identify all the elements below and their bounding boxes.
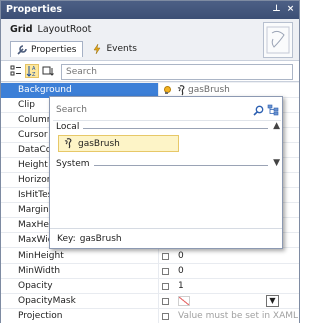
property-row-minheight[interactable]: MinHeight 0 — [1, 249, 299, 264]
resource-key-footer: Key: gasBrush — [50, 228, 282, 248]
property-row-projection[interactable]: Projection Value must be set in XAML — [1, 309, 299, 323]
section-local-label: Local — [56, 122, 84, 132]
collapse-chevron-icon[interactable]: ▲ — [273, 121, 280, 131]
property-name: Projection — [1, 309, 159, 323]
tab-properties[interactable]: Properties — [10, 41, 84, 57]
object-type: Grid — [10, 24, 33, 35]
object-header: Grid LayoutRoot Properties Events — [1, 19, 299, 60]
lightning-icon — [92, 43, 102, 55]
expand-chevron-icon[interactable]: ▼ — [273, 158, 280, 168]
property-search-input[interactable] — [61, 64, 293, 80]
categorize-button[interactable] — [9, 64, 23, 78]
resource-picker-popup: Search Local ▲ gasBrush System ▼ Key: ga… — [49, 96, 283, 249]
tab-events[interactable]: Events — [85, 41, 143, 57]
search-icon[interactable] — [253, 105, 264, 116]
property-name: OpacityMask — [1, 294, 159, 309]
property-name: Opacity — [1, 279, 159, 294]
key-label: Key: — [57, 234, 76, 244]
window-title-bar: Properties ⊥ × — [1, 1, 299, 19]
null-brush-swatch — [178, 296, 190, 306]
sort-source-icon — [42, 66, 54, 76]
sort-az-button[interactable]: A Z — [25, 64, 39, 78]
resource-tree-icon[interactable] — [267, 104, 279, 116]
object-preview-thumbnail — [263, 22, 293, 58]
selected-object: Grid LayoutRoot — [10, 24, 91, 35]
resource-bulb-icon[interactable] — [163, 86, 171, 94]
property-name: MinHeight — [1, 249, 159, 264]
svg-text:Z: Z — [32, 72, 36, 77]
property-value[interactable]: 0 — [178, 251, 184, 261]
section-system-label: System — [56, 159, 94, 169]
key-value: gasBrush — [79, 234, 122, 244]
categorize-icon — [10, 65, 21, 76]
property-marker[interactable] — [162, 313, 169, 320]
property-marker[interactable] — [162, 298, 169, 305]
section-local[interactable]: Local ▲ — [56, 121, 280, 134]
property-value: gasBrush — [188, 85, 230, 95]
properties-panel: Properties ⊥ × Grid LayoutRoot Properties — [0, 0, 300, 323]
pin-icon[interactable]: ⊥ — [272, 3, 281, 16]
tab-properties-label: Properties — [31, 44, 77, 55]
sort-source-button[interactable] — [41, 64, 55, 78]
property-value[interactable]: 0 — [178, 266, 184, 276]
property-row-opacity[interactable]: Opacity 1 — [1, 279, 299, 294]
window-title: Properties — [6, 4, 62, 15]
property-toolbar: A Z — [1, 60, 299, 82]
property-row-minwidth[interactable]: MinWidth 0 — [1, 264, 299, 279]
property-marker[interactable] — [162, 268, 169, 275]
property-value-hint: Value must be set in XAML — [178, 311, 299, 321]
wrench-icon — [17, 44, 27, 55]
close-icon[interactable]: × — [286, 3, 295, 16]
resource-item-label: gasBrush — [78, 139, 120, 149]
tab-events-label: Events — [106, 44, 137, 54]
resource-search-box[interactable]: Search — [53, 101, 281, 121]
sort-alpha-icon: A Z — [26, 66, 36, 78]
brush-dropdown-button[interactable]: ▼ — [266, 295, 279, 307]
resource-search-placeholder: Search — [56, 105, 87, 115]
resource-item-gasbrush[interactable]: gasBrush — [58, 135, 179, 152]
property-row-opacitymask[interactable]: OpacityMask ▼ — [1, 294, 299, 309]
property-name: MinWidth — [1, 264, 159, 279]
brush-resource-icon — [64, 138, 74, 152]
property-marker[interactable] — [162, 283, 169, 290]
property-value[interactable]: 1 — [178, 281, 184, 291]
brush-resource-icon — [177, 85, 187, 96]
section-system[interactable]: System ▼ — [56, 158, 280, 171]
property-marker[interactable] — [162, 253, 169, 260]
object-name: LayoutRoot — [37, 24, 92, 35]
